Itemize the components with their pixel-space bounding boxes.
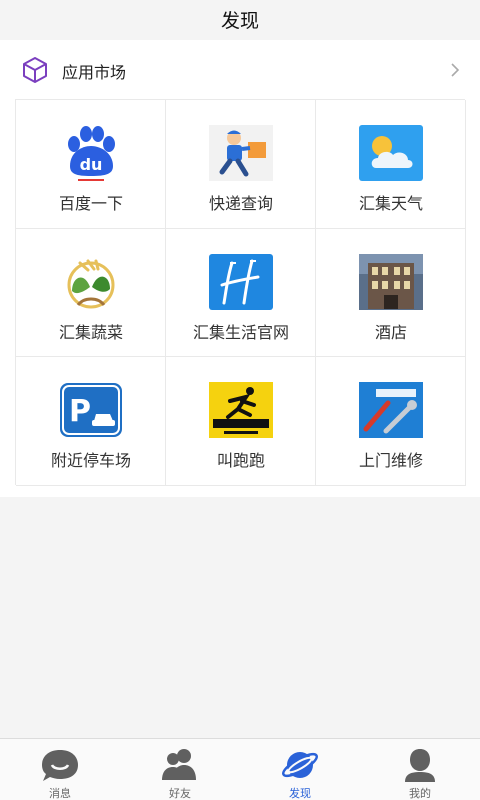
app-name: 叫跑跑 [216,451,265,471]
planet-icon [282,752,318,778]
tab-friends[interactable]: 好友 [120,739,240,800]
app-market-row[interactable]: 应用市场 [0,40,480,100]
repair-icon [359,382,423,439]
app-repair[interactable]: 上门维修 [316,357,466,486]
svg-text:du: du [80,155,103,174]
tab-label: 消息 [49,787,71,800]
app-huiji-site[interactable]: 汇集生活官网 [166,228,316,358]
chat-icon [42,750,78,781]
app-weather[interactable]: 汇集天气 [316,100,466,229]
app-vegetable[interactable]: 汇集蔬菜 [16,228,166,358]
friends-icon [162,749,196,780]
app-name: 汇集生活官网 [192,322,289,342]
tab-label: 我的 [409,787,431,800]
app-name: 附近停车场 [50,451,131,471]
app-name: 上门维修 [358,451,423,471]
huiji-logo-icon [209,253,273,310]
svg-text:P: P [69,394,91,429]
tab-label: 好友 [169,787,191,800]
app-name: 百度一下 [58,194,123,213]
app-name: 快递查询 [208,194,273,213]
tab-profile[interactable]: 我的 [360,739,480,800]
app-name: 酒店 [374,322,407,342]
running-icon [209,382,273,439]
app-baidu[interactable]: du 百度一下 [16,100,166,229]
chevron-right-icon [451,63,460,77]
courier-icon [209,125,273,181]
parking-icon: P [60,383,122,438]
top-bar: 发现 [0,0,480,38]
profile-icon [405,749,435,782]
cube-icon [23,57,47,83]
weather-icon [359,125,423,181]
app-market-label: 应用市场 [62,63,127,82]
app-grid: du 百度一下 快递查询 汇集天气 汇集蔬菜 汇集生活官网 酒店 P 附近停车场… [15,99,466,486]
app-parking[interactable]: P 附近停车场 [16,357,166,486]
app-courier[interactable]: 快递查询 [166,100,316,229]
hotel-icon [359,253,423,310]
vegetable-icon [67,259,115,309]
tab-messages[interactable]: 消息 [0,739,120,800]
page-title: 发现 [220,9,259,32]
app-name: 汇集天气 [358,194,423,213]
tab-label: 发现 [289,787,311,800]
app-name: 汇集蔬菜 [58,322,123,342]
baidu-icon: du [68,126,115,181]
discover-panel: 应用市场 du 百度一下 快递查询 汇集天气 汇集蔬菜 汇集生活官网 酒店 P … [0,40,480,497]
tab-discover[interactable]: 发现 [240,739,360,800]
app-hotel[interactable]: 酒店 [316,228,466,358]
bottom-tab-bar: 消息 好友 发现 我的 [0,738,480,800]
app-running[interactable]: 叫跑跑 [166,357,316,486]
